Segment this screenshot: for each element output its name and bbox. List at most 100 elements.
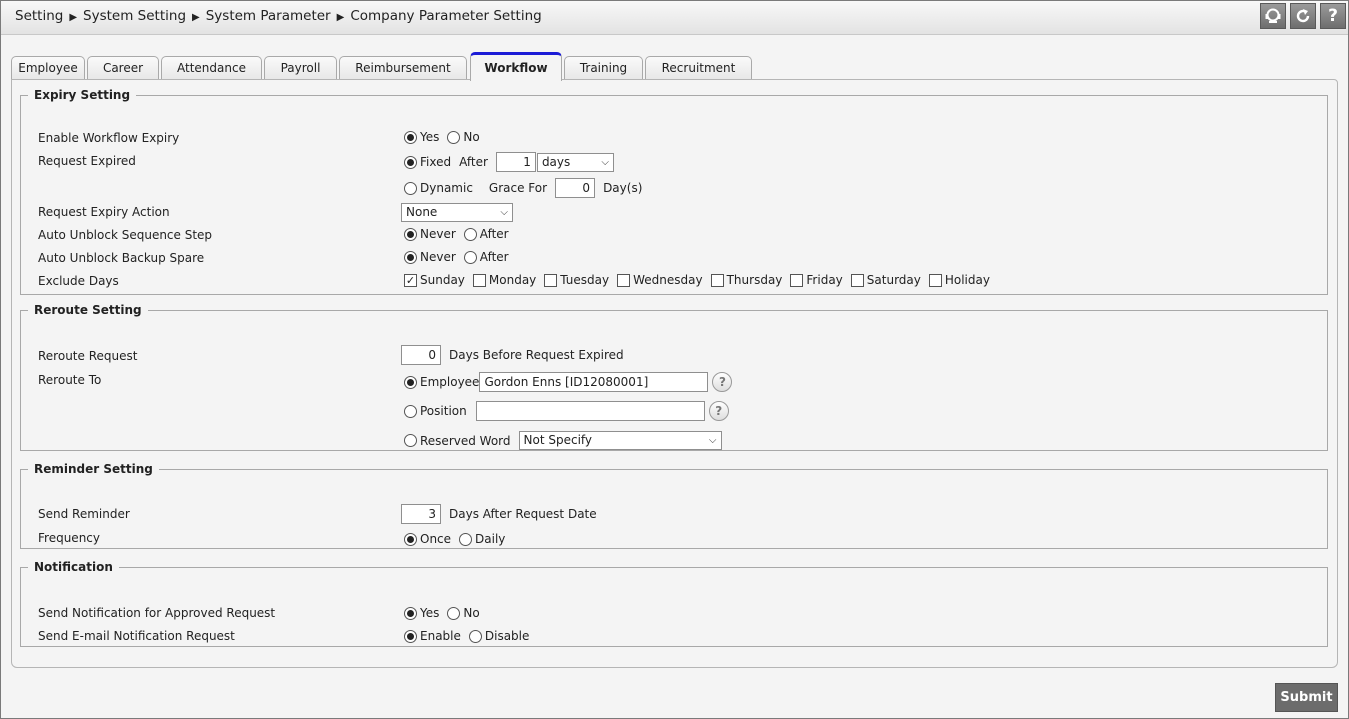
radio-icon (404, 181, 417, 195)
option-label: Position (420, 404, 467, 418)
reroute-reserved-radio[interactable]: Reserved Word (404, 434, 511, 448)
exclude-sunday[interactable]: ✓ Sunday (404, 273, 465, 287)
exclude-friday[interactable]: Friday (790, 273, 843, 287)
expired-after-input[interactable]: 1 (495, 152, 536, 172)
unblock-seq-never[interactable]: Never (404, 227, 456, 241)
grace-days-input[interactable]: 0 (555, 178, 596, 198)
reroute-employee-radio[interactable]: Employee (404, 375, 479, 389)
breadcrumb-separator-icon: ▶ (192, 12, 200, 23)
option-label: After (479, 250, 509, 264)
option-label: No (463, 130, 480, 144)
breadcrumb-item[interactable]: Setting (15, 8, 63, 24)
option-label: Holiday (944, 273, 990, 287)
position-lookup-help-icon[interactable]: ? (708, 401, 729, 421)
employee-lookup-help-icon[interactable]: ? (712, 372, 733, 392)
option-label: Sunday (420, 273, 465, 287)
radio-icon (463, 227, 477, 241)
email-notification-label: Send E-mail Notification Request (38, 629, 235, 643)
exclude-thursday[interactable]: Thursday (710, 273, 783, 287)
radio-icon (404, 130, 417, 144)
chevron-down-icon: ⌵ (601, 156, 609, 168)
select-value: None (406, 205, 438, 219)
expiry-setting-section: Expiry Setting Enable Workflow Expiry Ye… (20, 88, 1328, 295)
exclude-saturday[interactable]: Saturday (850, 273, 921, 287)
breadcrumb-separator-icon: ▶ (336, 12, 345, 23)
unblock-seq-after[interactable]: After (463, 227, 509, 241)
tab-attendance[interactable]: Attendance (161, 56, 262, 81)
reroute-request-label: Reroute Request (38, 349, 138, 363)
radio-icon (468, 629, 482, 643)
option-label: Reserved Word (420, 433, 511, 448)
tab-training[interactable]: Training (564, 56, 643, 81)
frequency-once[interactable]: Once (404, 532, 451, 546)
radio-icon (447, 606, 461, 620)
reroute-position-input[interactable] (475, 401, 705, 421)
option-label: No (463, 606, 480, 620)
reminder-days-suffix: Days After Request Date (449, 507, 597, 521)
option-label: Tuesday (560, 273, 610, 287)
breadcrumb-item[interactable]: System Parameter (206, 8, 331, 24)
reroute-days-suffix: Days Before Request Expired (449, 348, 624, 362)
after-label: After (459, 155, 488, 169)
checkbox-checked-icon: ✓ (404, 273, 417, 287)
chevron-down-icon: ⌵ (500, 207, 508, 218)
breadcrumb: Setting ▶ System Setting ▶ System Parameter ▶… (15, 8, 542, 24)
approved-notification-yes[interactable]: Yes (404, 606, 439, 620)
frequency-daily[interactable]: Daily (459, 532, 505, 546)
tab-career[interactable]: Career (87, 56, 159, 81)
exclude-days-label: Exclude Days (38, 274, 119, 288)
reminder-days-input[interactable]: 3 (401, 504, 441, 524)
reserved-word-select[interactable]: Not Specify ⌵ (518, 431, 722, 450)
reroute-days-input[interactable]: 0 (401, 345, 441, 365)
toolbar-icons: ? (1260, 3, 1346, 29)
email-notification-enable[interactable]: Enable (404, 629, 461, 643)
section-title: Notification (34, 560, 113, 574)
radio-icon (404, 404, 417, 418)
section-title: Reroute Setting (34, 303, 142, 317)
exclude-tuesday[interactable]: Tuesday (544, 273, 609, 287)
expired-unit-select[interactable]: days ⌵ (536, 152, 614, 172)
refresh-icon[interactable] (1290, 3, 1316, 29)
tab-workflow[interactable]: Workflow (470, 52, 562, 81)
grace-for-label: Grace For (488, 181, 548, 195)
help-icon[interactable]: ? (1320, 3, 1346, 29)
email-notification-disable[interactable]: Disable (468, 629, 529, 643)
support-icon[interactable] (1260, 3, 1286, 29)
reroute-employee-input[interactable]: Gordon Enns [ID12080001] (479, 372, 709, 392)
radio-icon (404, 434, 417, 447)
unblock-backup-after[interactable]: After (463, 250, 509, 264)
reroute-position-radio[interactable]: Position (404, 404, 467, 418)
unblock-sequence-label: Auto Unblock Sequence Step (38, 228, 213, 242)
exclude-monday[interactable]: Monday (472, 273, 536, 287)
approved-notification-no[interactable]: No (447, 606, 480, 620)
option-label: After (479, 227, 509, 241)
option-label: Employee (420, 375, 480, 389)
tab-payroll[interactable]: Payroll (264, 56, 337, 81)
expiry-action-select[interactable]: None ⌵ (401, 203, 513, 222)
enable-expiry-yes[interactable]: Yes (404, 130, 439, 144)
exclude-wednesday[interactable]: Wednesday (617, 273, 703, 287)
option-label: Yes (420, 130, 440, 144)
frequency-label: Frequency (38, 531, 100, 545)
submit-button[interactable]: Submit (1275, 683, 1338, 712)
expiry-action-label: Request Expiry Action (38, 205, 170, 219)
option-label: Wednesday (633, 273, 703, 287)
days-unit-label: Day(s) (603, 181, 643, 195)
tab-recruitment[interactable]: Recruitment (645, 56, 752, 81)
option-label: Never (420, 227, 456, 241)
option-label: Enable (420, 629, 461, 643)
option-label: Friday (806, 273, 843, 287)
reroute-setting-section: Reroute Setting Reroute Request 0 Days B… (20, 303, 1328, 451)
expired-dynamic-radio[interactable]: Dynamic (404, 181, 473, 195)
breadcrumb-item[interactable]: System Setting (83, 8, 186, 24)
checkbox-icon (928, 273, 942, 287)
expired-fixed-radio[interactable]: Fixed (404, 155, 451, 169)
option-label: Thursday (726, 273, 783, 287)
checkbox-icon (790, 273, 804, 287)
exclude-holiday[interactable]: Holiday (928, 273, 990, 287)
enable-expiry-no[interactable]: No (447, 130, 480, 144)
unblock-backup-never[interactable]: Never (404, 250, 456, 264)
option-label: Never (420, 250, 456, 264)
tab-reimbursement[interactable]: Reimbursement (339, 56, 467, 81)
tab-employee[interactable]: Employee (11, 56, 85, 81)
